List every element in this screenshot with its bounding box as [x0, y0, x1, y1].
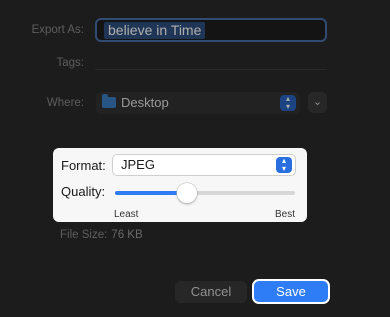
export-as-field[interactable]: believe in Time [95, 18, 327, 42]
tags-field[interactable] [95, 69, 327, 70]
cancel-button[interactable]: Cancel [175, 281, 247, 303]
quality-slider-thumb[interactable] [177, 183, 197, 203]
where-value: Desktop [121, 95, 169, 110]
where-select[interactable]: Desktop ▴ ▾ [96, 92, 300, 114]
quality-min-label: Least [114, 209, 139, 220]
expand-button[interactable]: ⌄ [308, 92, 327, 113]
stepper-icon: ▴ ▾ [276, 157, 292, 173]
file-size: File Size: 76 KB [60, 229, 143, 241]
format-select[interactable]: JPEG ▴ ▾ [112, 154, 296, 176]
stepper-icon: ▴ ▾ [280, 95, 296, 111]
where-label: Where: [46, 97, 84, 109]
file-size-value: 76 KB [111, 229, 143, 241]
folder-icon [102, 94, 116, 108]
format-quality-panel: Format: JPEG ▴ ▾ Quality: Least Best [53, 148, 307, 222]
quality-max-label: Best [274, 209, 295, 220]
file-size-label: File Size: [60, 229, 108, 241]
format-label: Format: [61, 158, 106, 173]
quality-label: Quality: [61, 184, 106, 199]
quality-slider[interactable] [115, 183, 295, 203]
save-button[interactable]: Save [252, 279, 330, 304]
tags-label: Tags: [56, 57, 85, 69]
format-value: JPEG [121, 157, 155, 172]
export-as-label: Export As: [31, 24, 84, 36]
export-as-value: believe in Time [104, 22, 206, 39]
chevron-down-icon: ⌄ [312, 96, 323, 108]
